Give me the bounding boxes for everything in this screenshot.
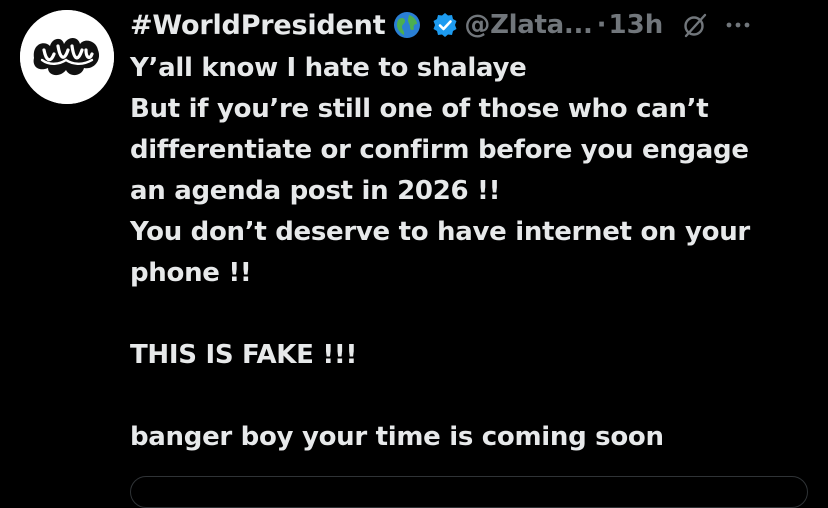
- post-text-line: phone !!: [130, 258, 252, 288]
- author-handle[interactable]: @Zlata...: [464, 10, 593, 40]
- post-text-line: You don’t deserve to have internet on yo…: [130, 217, 750, 247]
- display-name[interactable]: #WorldPresident: [130, 10, 386, 41]
- post-text-line: But if you’re still one of those who can…: [130, 94, 709, 124]
- post-text-line: differentiate or confirm before you enga…: [130, 135, 749, 165]
- avatar[interactable]: [20, 10, 114, 104]
- post-text: Y’all know I hate to shalaye But if you’…: [130, 48, 820, 458]
- post-text-blank-line: [130, 294, 820, 335]
- more-icon[interactable]: [723, 11, 753, 39]
- slash-circle-icon[interactable]: [681, 11, 709, 39]
- abstract-logo-avatar-icon: [20, 10, 114, 104]
- post-text-line: banger boy your time is coming soon: [130, 422, 664, 452]
- quoted-post-card[interactable]: [130, 476, 808, 508]
- post-text-line: THIS IS FAKE !!!: [130, 340, 358, 370]
- meta-separator: ·: [596, 10, 607, 40]
- globe-icon: [393, 11, 421, 39]
- post-timestamp[interactable]: 13h: [609, 10, 664, 40]
- post-text-line: Y’all know I hate to shalaye: [130, 53, 527, 83]
- post-text-line: an agenda post in 2026 !!: [130, 176, 501, 206]
- post[interactable]: #WorldPresident @Zlata... · 13h Y’all kn…: [0, 0, 828, 508]
- post-text-blank-line: [130, 376, 820, 417]
- post-header: #WorldPresident @Zlata... · 13h: [130, 4, 820, 46]
- verified-badge-icon[interactable]: [432, 12, 458, 38]
